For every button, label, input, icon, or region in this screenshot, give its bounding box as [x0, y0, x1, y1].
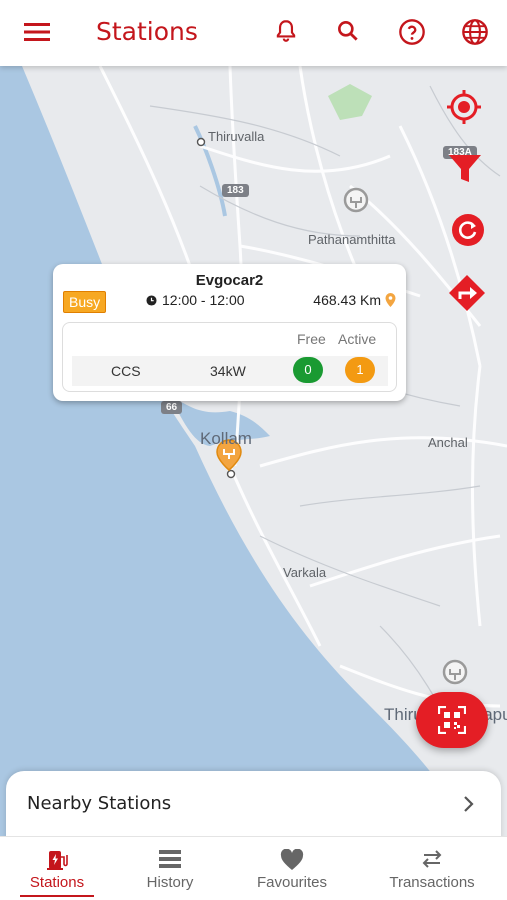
map-label-pathanamthitta: Pathanamthitta — [308, 232, 396, 247]
connector-power: 34kW — [210, 363, 246, 379]
menu-icon[interactable] — [24, 20, 52, 44]
refresh-icon[interactable] — [449, 211, 489, 251]
location-pin-icon — [385, 293, 396, 307]
distance-text: 468.43 Km — [313, 292, 381, 308]
map-label-thiruvalla: Thiruvalla — [208, 129, 265, 144]
distance: 468.43 Km — [313, 292, 396, 308]
active-tab-indicator — [20, 895, 94, 897]
search-icon[interactable] — [335, 18, 363, 46]
station-info-card[interactable]: Evgocar2 Busy 12:00 - 12:00 468.43 Km Fr… — [53, 264, 406, 401]
connector-type: CCS — [111, 363, 141, 379]
road-shield-66: 66 — [161, 401, 183, 414]
map-label-anchal: Anchal — [428, 435, 468, 450]
nav-transactions-label: Transactions — [389, 874, 475, 891]
nearby-stations-label: Nearby Stations — [27, 793, 172, 814]
map-label-kollam: Kollam — [200, 429, 252, 448]
filter-icon[interactable] — [446, 149, 486, 189]
header-active: Active — [338, 331, 377, 347]
chevron-right-icon — [464, 796, 474, 812]
globe-icon[interactable] — [461, 18, 489, 46]
help-icon[interactable] — [398, 18, 426, 46]
app-bar: Stations — [0, 0, 507, 66]
opening-hours: 12:00 - 12:00 — [146, 292, 245, 308]
status-badge: Busy — [63, 291, 107, 313]
nav-history-label: History — [146, 874, 194, 891]
station-name: Evgocar2 — [195, 272, 264, 289]
active-count-badge: 1 — [345, 357, 375, 383]
nav-favourites[interactable]: Favourites — [244, 837, 340, 900]
qr-scan-button[interactable] — [416, 692, 488, 748]
nav-transactions[interactable]: Transactions — [376, 837, 488, 900]
connector-row[interactable]: CCS 34kW 0 1 — [72, 356, 388, 386]
page-title: Stations — [96, 17, 198, 46]
map-label-varkala: Varkala — [283, 565, 327, 580]
qr-code-icon — [438, 706, 466, 734]
station-pin-pathanamthitta[interactable] — [343, 168, 369, 213]
station-pin-thiruvananthapuram[interactable] — [442, 659, 468, 685]
nav-history[interactable]: History — [128, 837, 212, 900]
charging-station-icon — [47, 851, 68, 870]
nav-stations-label: Stations — [29, 874, 85, 891]
nav-favourites-label: Favourites — [256, 874, 328, 891]
header-free: Free — [297, 331, 326, 347]
history-icon — [159, 850, 181, 868]
hours-text: 12:00 - 12:00 — [162, 292, 245, 308]
transfer-icon — [422, 850, 442, 868]
nav-stations[interactable]: Stations — [20, 837, 94, 900]
connector-table: Free Active CCS 34kW 0 1 — [62, 322, 397, 392]
my-location-icon[interactable] — [444, 87, 484, 127]
bottom-navigation: Stations History Favourites Transactions — [0, 836, 507, 900]
clock-icon — [146, 294, 157, 306]
directions-icon[interactable] — [447, 273, 487, 313]
road-shield-183: 183 — [222, 184, 249, 197]
heart-icon — [280, 849, 304, 870]
nearby-stations-sheet[interactable]: Nearby Stations — [6, 771, 501, 841]
free-count-badge: 0 — [293, 357, 323, 383]
bell-icon[interactable] — [273, 18, 301, 46]
